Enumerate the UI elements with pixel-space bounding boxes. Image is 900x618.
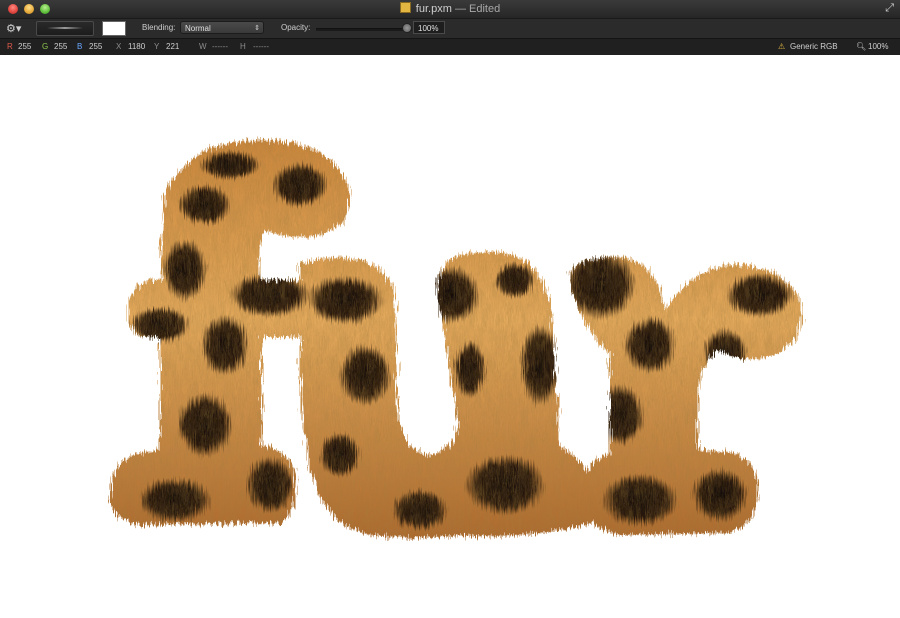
zoom-tool-icon: 🔍︎ [856, 42, 867, 51]
color-swatch[interactable] [102, 21, 126, 36]
info-bar: R 255 G 255 B 255 X 1180 Y 221 W ------ … [0, 38, 900, 55]
brush-preset-picker[interactable] [36, 21, 94, 36]
title-bar: fur.pxm — Edited ⤢ [0, 0, 900, 18]
chevron-updown-icon: ⇕ [254, 25, 260, 32]
zoom-level[interactable]: 100% [868, 42, 888, 51]
y-value: 221 [166, 42, 180, 51]
blending-value: Normal [185, 24, 211, 33]
b-label: B [77, 42, 83, 51]
blending-select[interactable]: Normal ⇕ [180, 21, 264, 34]
r-value: 255 [18, 42, 32, 51]
color-profile[interactable]: Generic RGB [790, 42, 838, 51]
opacity-label: Opacity: [281, 23, 311, 32]
opacity-slider-knob[interactable] [402, 23, 412, 33]
opacity-slider[interactable] [316, 28, 412, 31]
r-label: R [7, 42, 13, 51]
b-value: 255 [89, 42, 103, 51]
tool-options-bar: ⚙▾ Blending: Normal ⇕ Opacity: 100% [0, 18, 900, 39]
x-value: 1180 [128, 42, 146, 51]
w-label: W [199, 42, 207, 51]
document-status: — Edited [454, 3, 501, 15]
y-label: Y [154, 42, 160, 51]
fullscreen-icon[interactable]: ⤢ [885, 2, 894, 15]
canvas[interactable] [0, 55, 900, 618]
document-name: fur.pxm [415, 3, 452, 15]
h-label: H [240, 42, 246, 51]
fur-artwork [110, 139, 802, 538]
blending-label: Blending: [142, 23, 176, 32]
window-title: fur.pxm — Edited [0, 2, 900, 15]
h-value: ------ [253, 42, 269, 51]
w-value: ------ [212, 42, 228, 51]
profile-icon: ⚠ [778, 42, 786, 51]
pixelmator-window: fur.pxm — Edited ⤢ ⚙▾ Blending: Normal ⇕… [0, 0, 900, 618]
g-value: 255 [54, 42, 68, 51]
document-icon [399, 2, 411, 13]
g-label: G [42, 42, 49, 51]
x-label: X [116, 42, 122, 51]
opacity-field[interactable]: 100% [413, 21, 445, 34]
gear-icon[interactable]: ⚙▾ [6, 22, 21, 35]
